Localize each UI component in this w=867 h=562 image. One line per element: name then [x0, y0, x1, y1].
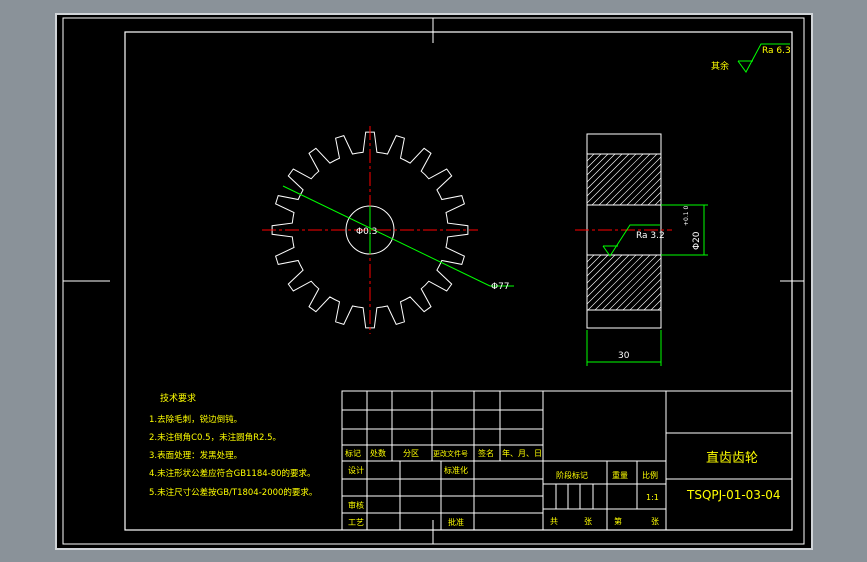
- hdr-change-doc: 更改文件号: [433, 449, 468, 458]
- total-label: 共: [550, 517, 558, 526]
- design-label: 设计: [348, 465, 364, 475]
- tech-req-item: 1.去除毛刺，锐边倒钝。: [149, 414, 242, 425]
- roughness-value: Ra 6.3: [762, 46, 791, 56]
- hdr-mark: 标记: [345, 448, 361, 458]
- review-label: 审核: [348, 500, 364, 510]
- hdr-date: 年、月、日: [502, 448, 542, 458]
- standardize-label: 标准化: [444, 465, 468, 475]
- drawing-sheet: 其余 Ra 6.3 Φ0.3 Φ77 Φ20 +0.1 0 Ra 3.2 30 …: [0, 0, 867, 562]
- bore-dim-label: Φ20: [692, 231, 702, 250]
- bore-label: Φ0.3: [356, 227, 377, 237]
- hdr-zone: 分区: [403, 449, 419, 458]
- tech-req-item: 5.未注尺寸公差按GB/T1804-2000的要求。: [149, 487, 317, 498]
- approve-label: 批准: [448, 517, 464, 527]
- stage-mark-label: 阶段标记: [556, 470, 588, 480]
- roughness-other-label: 其余: [711, 60, 729, 72]
- hdr-sign: 签名: [478, 448, 494, 458]
- part-name: 直齿齿轮: [706, 451, 758, 466]
- drawing-number: TSQPJ-01-03-04: [686, 488, 781, 502]
- tech-req-title: 技术要求: [160, 392, 196, 404]
- sheet2-label: 张: [651, 517, 659, 526]
- width-dim-label: 30: [618, 351, 630, 361]
- bore-tolerance: +0.1 0: [683, 206, 690, 226]
- hdr-count: 处数: [370, 448, 386, 458]
- sheets-label: 张: [584, 517, 592, 526]
- ratio-label: 比例: [642, 470, 658, 480]
- tech-req-item: 2.未注倒角C0.5，未注圆角R2.5。: [149, 432, 281, 443]
- side-roughness: Ra 3.2: [636, 231, 665, 241]
- scale-value: 1:1: [646, 493, 659, 502]
- tech-req-item: 4.未注形状公差应符合GB1184-80的要求。: [149, 468, 316, 479]
- tech-req-item: 3.表面处理：发黑处理。: [149, 450, 242, 461]
- process-label: 工艺: [348, 518, 364, 527]
- od-label: Φ77: [491, 282, 510, 292]
- page-label: 第: [614, 516, 622, 526]
- weight-label: 重量: [612, 470, 628, 480]
